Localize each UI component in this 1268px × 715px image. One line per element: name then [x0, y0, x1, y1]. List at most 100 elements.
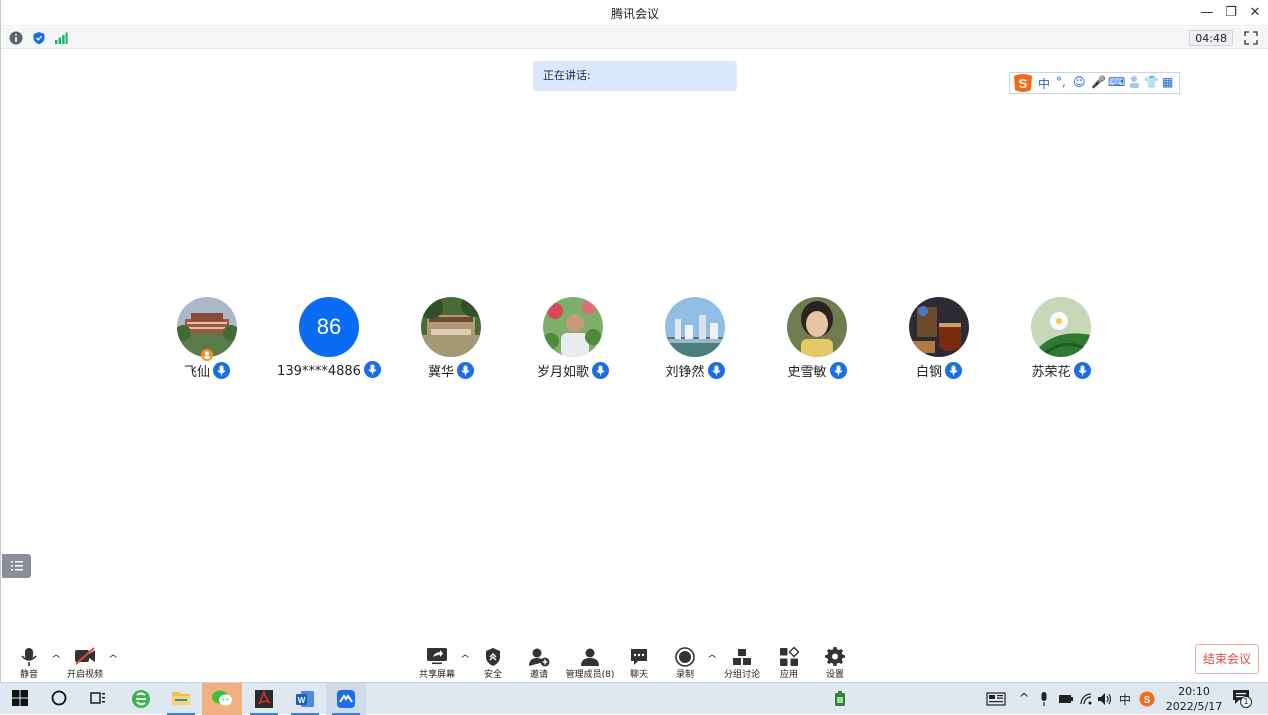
restore-button[interactable]: ❐	[1221, 3, 1241, 23]
microphone-on-icon	[457, 362, 474, 379]
clock-date: 2022/5/17	[1165, 700, 1223, 713]
taskbar-app-word[interactable]: W	[285, 683, 325, 715]
participant-tile[interactable]: 岁月如歌	[512, 297, 634, 387]
input-method-indicator[interactable]: 中	[1119, 691, 1131, 708]
participant-name: 139****4886	[268, 361, 390, 379]
avatar	[543, 297, 603, 357]
ime-emoji-icon[interactable]: ☺	[1073, 75, 1086, 89]
network-signal-icon[interactable]	[54, 31, 68, 45]
tray-microphone-icon[interactable]	[1039, 691, 1049, 707]
title-bar: 腾讯会议 — ❐ ✕	[1, 0, 1268, 26]
taskbar-app-browser[interactable]	[121, 683, 161, 715]
meeting-info-bar: 04:48	[1, 27, 1268, 49]
microphone-on-icon	[945, 362, 962, 379]
participant-name: 冀华	[390, 361, 512, 380]
speaking-indicator: 正在讲话:	[533, 61, 737, 91]
ime-user-icon[interactable]	[1128, 75, 1142, 92]
microphone-on-icon	[707, 362, 725, 379]
avatar	[665, 297, 725, 357]
battery-icon[interactable]	[1058, 693, 1074, 705]
clock-time: 20:10	[1178, 685, 1210, 698]
wechat-icon	[212, 690, 232, 706]
list-icon	[11, 561, 23, 571]
start-video-label: 开启视频	[66, 670, 103, 680]
microphone-on-icon	[829, 362, 847, 379]
participant-tile[interactable]: 史雪敏	[756, 297, 878, 387]
sidebar-toggle-button[interactable]	[2, 554, 31, 578]
svg-text:S: S	[1019, 76, 1028, 91]
share-screen-icon	[427, 648, 447, 665]
sogou-tray-icon[interactable]: S	[1139, 691, 1155, 707]
gear-icon	[825, 647, 845, 666]
volume-icon[interactable]	[1097, 692, 1113, 706]
fullscreen-icon[interactable]	[1243, 30, 1259, 46]
video-options-caret[interactable]: ^	[108, 654, 119, 665]
notification-center-button[interactable]: 1	[1232, 689, 1254, 709]
avatar	[421, 297, 481, 357]
avatar	[909, 297, 969, 357]
ime-punctuation[interactable]: °,	[1056, 75, 1066, 89]
taskbar-app-file-explorer[interactable]	[161, 683, 201, 715]
microphone-icon	[21, 648, 37, 666]
host-badge-icon	[201, 349, 213, 361]
on-screen-keyboard-icon[interactable]	[986, 692, 1006, 706]
wifi-icon[interactable]	[1079, 692, 1093, 706]
settings-button[interactable]: 设置	[808, 640, 862, 682]
settings-label: 设置	[825, 670, 844, 680]
participant-tile[interactable]: 苏荣花	[1000, 297, 1122, 387]
close-button[interactable]: ✕	[1245, 3, 1265, 23]
participant-tile[interactable]: 冀华	[390, 297, 512, 387]
battery-app-icon[interactable]	[834, 691, 846, 707]
show-hidden-icons-caret[interactable]: ^	[1019, 691, 1029, 705]
chat-icon	[631, 649, 647, 665]
ime-chinese-mode[interactable]: 中	[1038, 75, 1050, 92]
minimize-button[interactable]: —	[1197, 3, 1217, 23]
record-button[interactable]: 录制	[658, 640, 712, 682]
shield-icon[interactable]	[32, 31, 46, 45]
ime-voice-icon[interactable]: 🎤	[1091, 75, 1106, 89]
members-icon	[581, 648, 599, 666]
ime-skin-icon[interactable]: 👕	[1144, 75, 1159, 89]
participant-tile[interactable]: 飞仙	[146, 297, 268, 387]
taskbar-app-wechat[interactable]	[202, 683, 242, 715]
ime-menu-icon[interactable]: ▦	[1162, 75, 1173, 89]
svg-text:W: W	[298, 696, 306, 705]
windows-logo-icon	[12, 690, 28, 706]
avatar	[177, 297, 237, 357]
breakout-rooms-icon	[733, 649, 751, 665]
system-clock[interactable]: 20:10 2022/5/17	[1162, 684, 1226, 714]
participant-name: 岁月如歌	[512, 361, 634, 380]
participant-tile[interactable]: 白钢	[878, 297, 1000, 387]
window-title: 腾讯会议	[610, 7, 659, 21]
sogou-logo-icon[interactable]: S	[1011, 73, 1035, 94]
browser-icon	[132, 690, 150, 708]
microphone-on-icon	[363, 361, 381, 378]
meeting-window: 腾讯会议 — ❐ ✕ 04:48 正在讲话: S 中 °, ☺ 🎤 ⌨ 👕 ▦ …	[0, 0, 1268, 682]
record-icon	[675, 647, 695, 667]
participant-name: 史雪敏	[756, 361, 878, 380]
participant-name: 白钢	[878, 361, 1000, 380]
ime-toolbar[interactable]: S 中 °, ☺ 🎤 ⌨ 👕 ▦	[1009, 72, 1180, 94]
taskbar-app-pdf-reader[interactable]	[244, 683, 284, 715]
apps-grid-icon	[780, 647, 799, 666]
word-icon: W	[296, 691, 314, 707]
ime-keyboard-icon[interactable]: ⌨	[1108, 75, 1125, 89]
start-button[interactable]	[0, 683, 40, 715]
task-view-button[interactable]	[78, 683, 118, 715]
search-button[interactable]	[39, 683, 79, 715]
folder-icon	[172, 692, 190, 705]
info-icon[interactable]	[9, 31, 23, 45]
avatar-initials: 86	[316, 314, 342, 339]
notification-count-badge: 1	[1240, 696, 1252, 708]
participant-tile[interactable]: 86 139****4886	[268, 297, 390, 387]
search-circle-icon	[51, 690, 67, 706]
participant-tile[interactable]: 刘铮然	[634, 297, 756, 387]
participant-name: 刘铮然	[634, 361, 756, 380]
avatar	[1031, 297, 1091, 357]
taskbar-app-tencent-meeting[interactable]	[326, 683, 366, 715]
invite-user-icon	[529, 648, 550, 667]
start-video-button[interactable]: 开启视频	[58, 640, 112, 682]
task-view-icon	[90, 692, 105, 704]
tencent-meeting-icon	[337, 690, 355, 708]
end-meeting-button[interactable]: 结束会议	[1195, 644, 1259, 674]
